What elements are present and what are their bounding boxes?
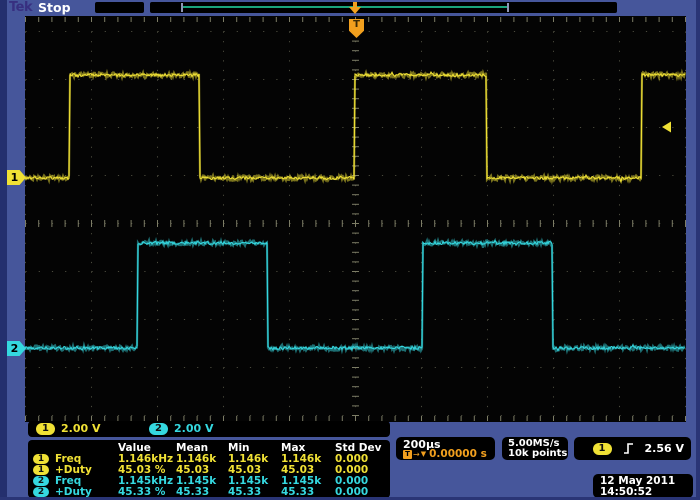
trigger-source-badge: 1 [593,443,612,455]
horizontal-readout: 200µs T → ▼ 0.00000 s [396,437,495,460]
bezel-right [696,0,700,500]
top-status-bar: Tek Stop [0,0,700,16]
graticule: T [25,16,686,422]
row-ch2-badge: 2 [33,476,49,486]
ch2-scale: 2.00 V [174,422,213,435]
ch1-scale: 2.00 V [61,422,100,435]
trigger-flag-letter: T [349,19,364,31]
arrow-right-icon: → [413,450,420,459]
tek-logo: Tek [9,0,32,15]
window-bracket-right-icon [507,3,509,12]
trigger-readout: 1 2.56 V [574,437,691,460]
datetime-readout: 12 May 2011 14:50:52 [593,474,693,498]
trigger-position-readout: T → ▼ 0.00000 s [403,448,487,460]
oscilloscope-screen: Tek Stop T 1 2 1 2.00 V 2 2.00 V Value M… [0,0,700,500]
ch2-badge: 2 [149,423,168,435]
bezel-left [0,0,7,500]
record-trigger-arrow-icon [349,1,361,15]
trigger-position-value: 0.00000 s [429,448,487,460]
measurement-table: Value Mean Min Max Std Dev 1 Freq 1.146k… [28,440,390,498]
record-length: 10k points [508,448,567,459]
acquisition-readout: 5.00MS/s 10k points [502,437,568,460]
trigger-level: 2.56 V [645,442,684,455]
channel-scale-bar: 1 2.00 V 2 2.00 V [28,421,390,437]
window-bracket-left-icon [181,3,183,12]
row-ch1-badge: 1 [33,454,49,464]
trigger-level-arrow-icon [662,122,671,133]
acquisition-status: Stop [38,0,71,15]
record-info-box [95,2,144,13]
trigger-t-icon: T [403,450,412,459]
record-line [183,6,509,8]
record-view-bar [150,2,617,13]
row-ch1-badge: 1 [33,465,49,475]
row-ch2-badge: 2 [33,487,49,497]
down-triangle-icon: ▼ [421,450,426,458]
rising-edge-icon [623,442,634,455]
waveform-display [25,16,686,422]
ch1-badge: 1 [36,423,55,435]
